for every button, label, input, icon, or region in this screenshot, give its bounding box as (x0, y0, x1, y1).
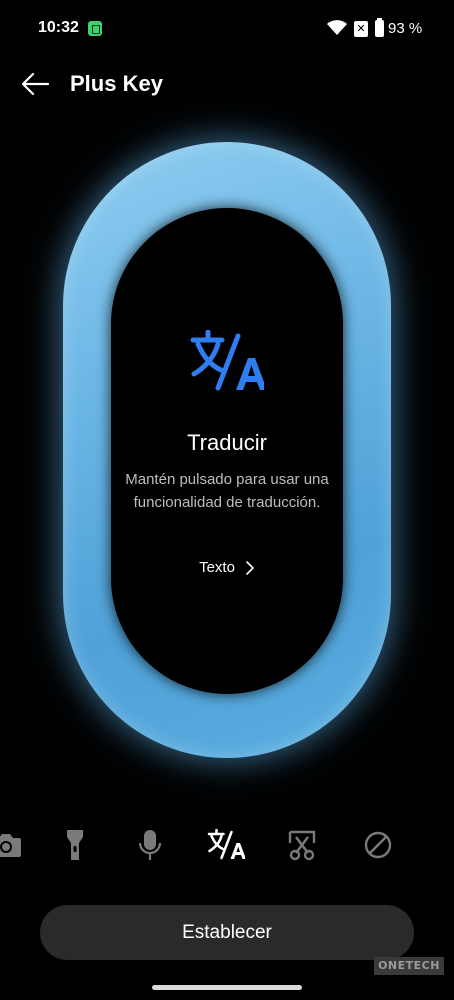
option-camera[interactable] (0, 820, 28, 870)
status-bar: 10:32 ✕ 93 % (0, 0, 454, 56)
home-indicator[interactable] (152, 985, 302, 990)
feature-description: Mantén pulsado para usar una funcionalid… (125, 471, 329, 511)
no-action-icon (364, 831, 392, 859)
status-time: 10:32 (38, 19, 79, 36)
translate-icon (190, 330, 264, 391)
translate-option-icon (207, 829, 245, 860)
option-flashlight[interactable] (53, 820, 97, 870)
feature-title: Traducir (187, 430, 267, 455)
wifi-icon (327, 20, 347, 35)
option-translate[interactable] (204, 820, 248, 870)
option-voice[interactable] (128, 820, 172, 870)
flashlight-icon (67, 830, 83, 860)
action-options-row (0, 820, 454, 870)
watermark-logo: ONETECH (374, 957, 444, 975)
chevron-right-icon (246, 560, 254, 575)
text-mode-label: Texto (199, 559, 235, 576)
text-mode-link[interactable]: Texto (111, 559, 343, 576)
notification-app-icon (88, 21, 102, 36)
battery-level: 93 % (388, 20, 423, 37)
screenshot-scissors-icon (288, 830, 316, 861)
microphone-icon (138, 830, 162, 860)
camera-icon (0, 834, 21, 857)
option-screenshot[interactable] (280, 820, 324, 870)
option-none[interactable] (356, 820, 400, 870)
no-sim-icon: ✕ (354, 21, 368, 37)
battery-icon (375, 18, 384, 37)
page-title: Plus Key (70, 71, 163, 96)
set-button[interactable]: Establecer (40, 905, 414, 960)
back-arrow-icon[interactable] (18, 66, 54, 102)
